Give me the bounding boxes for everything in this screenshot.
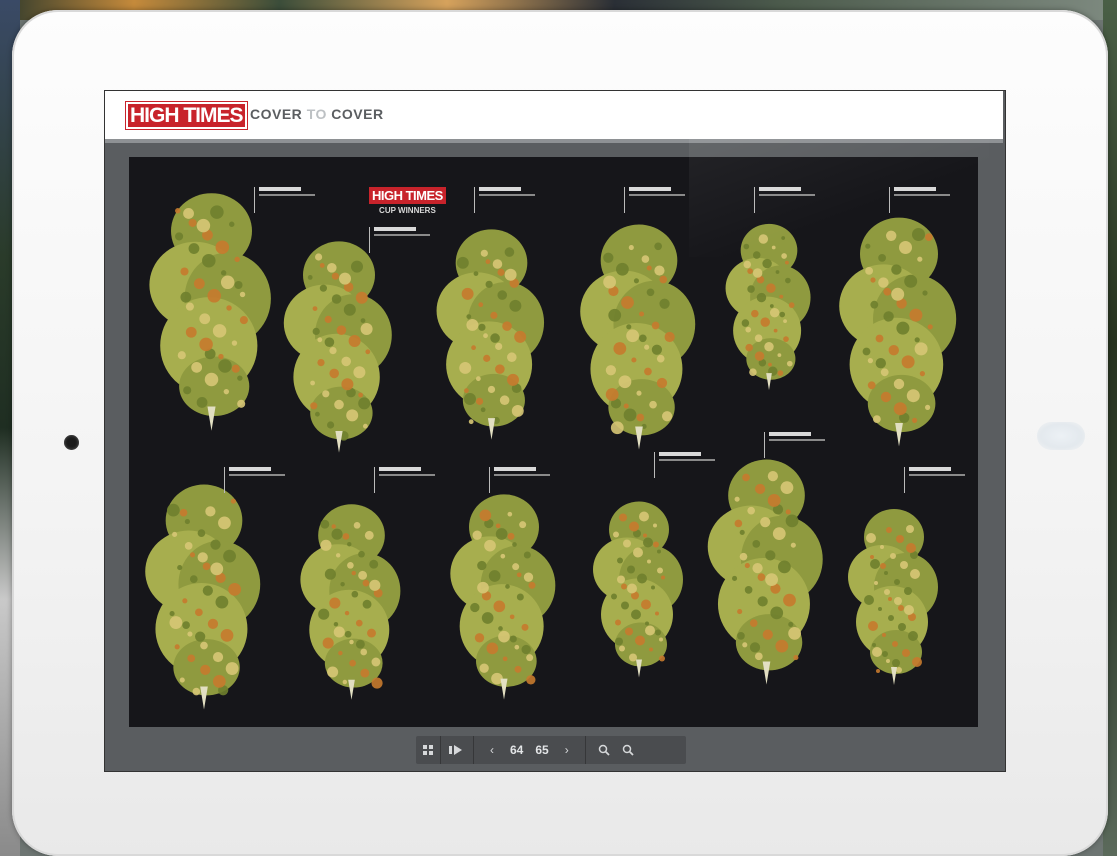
bud-caption — [754, 187, 829, 213]
caption-tick — [754, 187, 755, 213]
caption-line — [379, 467, 421, 471]
caption-line — [229, 467, 271, 471]
page-number-left[interactable]: 64 — [504, 743, 529, 757]
caption-tick — [624, 187, 625, 213]
caption-line — [659, 452, 701, 456]
caption-subline — [374, 234, 430, 236]
zoom-out-icon[interactable] — [592, 736, 616, 764]
caption-line — [494, 467, 536, 471]
caption-subline — [894, 194, 950, 196]
caption-subline — [769, 439, 825, 441]
cannabis-bud-image — [593, 501, 683, 678]
chevron-left-icon[interactable]: ‹ — [480, 736, 504, 764]
cannabis-bud-image — [283, 241, 392, 453]
cannabis-bud-image — [707, 459, 823, 685]
bud-caption — [374, 467, 449, 493]
caption-subline — [259, 194, 315, 196]
cannabis-bud-image — [839, 217, 957, 447]
caption-tick — [369, 227, 370, 253]
caption-tick — [904, 467, 905, 493]
cannabis-bud-image — [725, 223, 811, 391]
caption-subline — [909, 474, 965, 476]
cannabis-bud-image — [145, 484, 261, 710]
caption-line — [374, 227, 416, 231]
caption-tick — [489, 467, 490, 493]
bud-caption — [254, 187, 329, 213]
subtitle-cover: COVER — [250, 106, 307, 122]
bud-caption — [904, 467, 979, 493]
high-times-logo[interactable]: HIGH TIMES — [126, 102, 247, 129]
caption-tick — [374, 467, 375, 493]
caption-line — [894, 187, 936, 191]
tablet-screen: HIGH TIMES COVER TO COVER HIGH TIMES CUP… — [104, 90, 1006, 772]
caption-line — [629, 187, 671, 191]
camera-icon — [64, 435, 79, 450]
caption-subline — [479, 194, 535, 196]
cannabis-bud-image — [300, 504, 401, 700]
spread-logo-main: HIGH TIMES — [369, 187, 446, 204]
caption-subline — [379, 474, 435, 476]
caption-subline — [759, 194, 815, 196]
bud-caption — [889, 187, 964, 213]
cannabis-bud-image — [149, 193, 271, 431]
nav-divider — [584, 736, 586, 764]
page-controls: ‹ 64 65 › — [474, 736, 585, 764]
grid-icon[interactable] — [416, 736, 440, 764]
bud-caption — [764, 432, 839, 458]
subtitle-to: TO — [306, 106, 327, 122]
home-button[interactable] — [1037, 422, 1085, 450]
caption-tick — [889, 187, 890, 213]
subtitle-cover-2: COVER — [326, 106, 384, 122]
bud-caption — [624, 187, 699, 213]
caption-line — [759, 187, 801, 191]
zoom-in-icon[interactable] — [616, 736, 640, 764]
page-number-right[interactable]: 65 — [529, 743, 554, 757]
caption-tick — [764, 432, 765, 458]
cannabis-bud-image — [580, 224, 696, 450]
magazine-spread[interactable]: HIGH TIMES CUP WINNERS — [129, 137, 989, 727]
caption-subline — [229, 474, 285, 476]
caption-line — [259, 187, 301, 191]
bud-caption — [224, 467, 299, 493]
page-navigation-bar: ‹ 64 65 › — [416, 736, 686, 764]
cannabis-bud-image — [436, 229, 545, 440]
spread-logo-sub: CUP WINNERS — [379, 206, 436, 215]
chevron-right-icon[interactable]: › — [555, 736, 579, 764]
caption-tick — [654, 452, 655, 478]
cover-to-cover-title: COVER TO COVER — [250, 106, 384, 122]
cannabis-bud-image — [450, 494, 556, 700]
bud-caption — [474, 187, 549, 213]
caption-line — [769, 432, 811, 436]
thumbnails-icon[interactable] — [441, 736, 473, 764]
caption-line — [909, 467, 951, 471]
cannabis-bud-image — [848, 509, 938, 685]
caption-tick — [254, 187, 255, 213]
caption-line — [479, 187, 521, 191]
caption-subline — [629, 194, 685, 196]
bud-caption — [489, 467, 564, 493]
cup-winners-logo: HIGH TIMES CUP WINNERS — [369, 187, 446, 215]
caption-tick — [224, 467, 225, 493]
caption-subline — [494, 474, 550, 476]
app-header: HIGH TIMES COVER TO COVER — [105, 91, 1003, 143]
caption-tick — [474, 187, 475, 213]
